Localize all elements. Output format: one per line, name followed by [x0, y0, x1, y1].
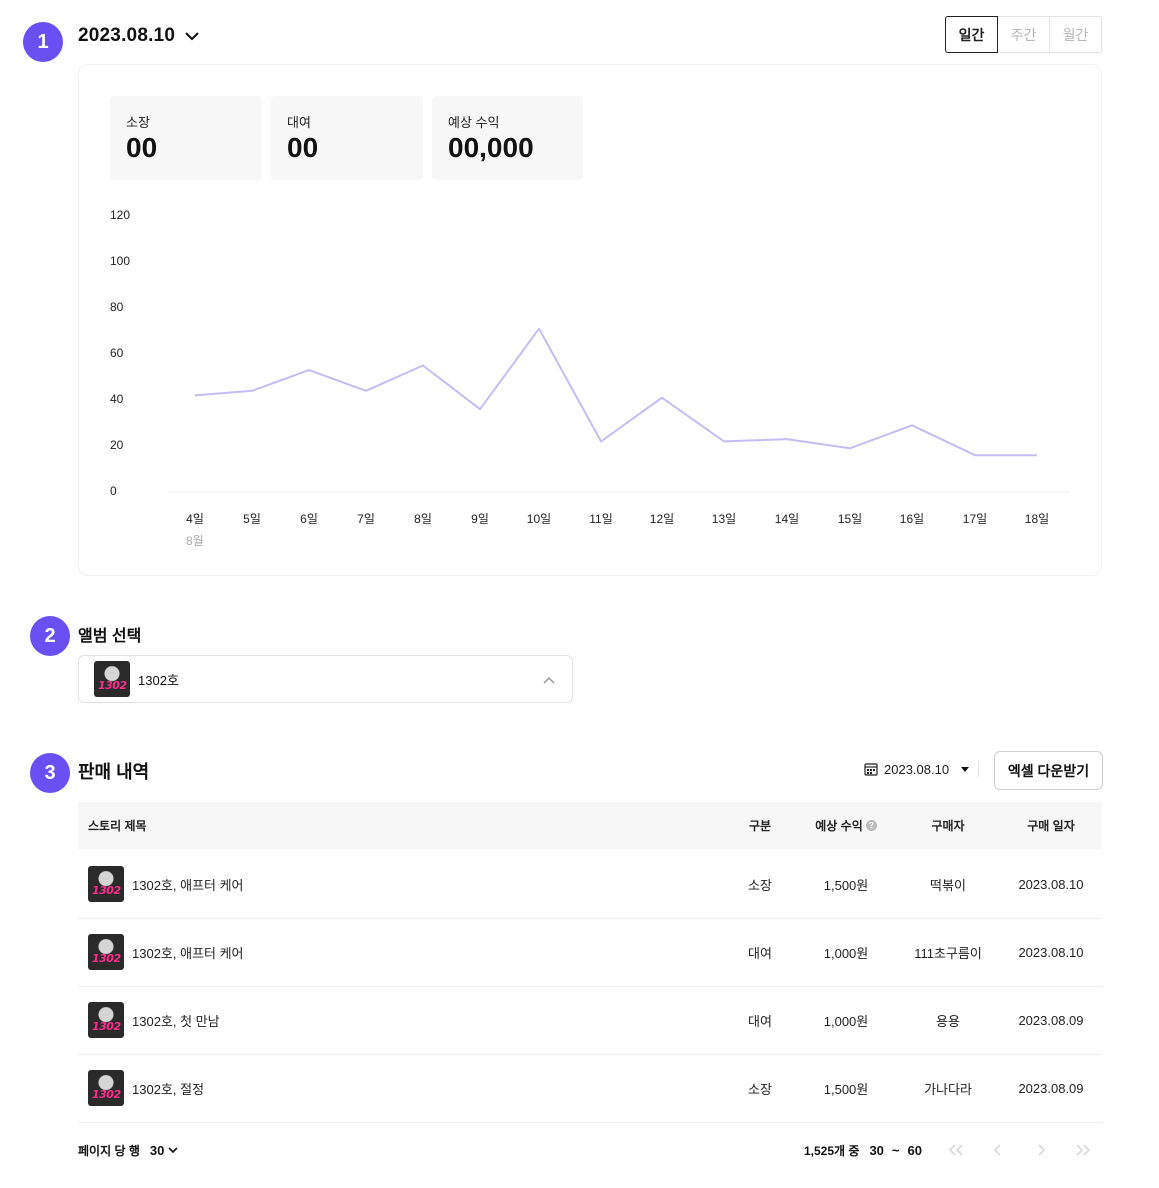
next-page-icon[interactable]	[1029, 1140, 1053, 1160]
story-thumbnail	[88, 1002, 124, 1038]
row-buyer: 111초구름이	[914, 945, 982, 961]
x-tick-label: 9일	[471, 512, 489, 526]
x-tick-label: 10일	[526, 512, 552, 526]
sales-section-title: 판매 내역	[78, 762, 150, 782]
col-revenue-label: 예상 수익	[815, 819, 863, 833]
story-thumbnail	[88, 866, 124, 902]
range-separator: ~	[891, 1142, 900, 1158]
x-tick-label: 6일	[300, 512, 318, 526]
row-buyer: 용용	[936, 1013, 960, 1029]
row-story-title: 1302호, 애프터 케어	[132, 877, 244, 893]
x-tick-label: 8일	[414, 512, 432, 526]
filter-divider	[978, 761, 979, 777]
row-buyer: 떡볶이	[930, 877, 966, 893]
row-story: 1302호, 애프터 케어	[88, 850, 244, 918]
sales-date-filter[interactable]: 2023.08.10	[864, 758, 971, 780]
row-buyer: 가나다라	[924, 1081, 972, 1097]
table-row[interactable]: 1302호, 애프터 케어 소장 1,500원 떡볶이 2023.08.10	[78, 850, 1102, 919]
x-tick-label: 11일	[589, 512, 613, 526]
x-tick-label: 14일	[774, 512, 800, 526]
first-page-icon[interactable]	[944, 1140, 968, 1160]
x-tick-label: 15일	[837, 512, 863, 526]
total-count: 1,525개 중	[804, 1143, 860, 1158]
prev-page-icon[interactable]	[986, 1140, 1010, 1160]
row-date: 2023.08.09	[1018, 1012, 1084, 1028]
row-type: 대여	[748, 945, 772, 961]
calendar-icon	[864, 763, 878, 776]
col-type: 구분	[748, 819, 772, 833]
sales-date-filter-value: 2023.08.10	[884, 761, 950, 777]
album-select[interactable]: 1302호	[78, 655, 573, 703]
x-tick-label: 4일	[186, 512, 204, 526]
page-range: 1,525개 중 30 ~ 60	[804, 1140, 922, 1160]
row-type: 소장	[748, 877, 772, 893]
row-date: 2023.08.10	[1018, 944, 1084, 960]
row-date: 2023.08.09	[1018, 1080, 1084, 1096]
table-row[interactable]: 1302호, 절정 소장 1,500원 가나다라 2023.08.09	[78, 1054, 1102, 1123]
caret-down-icon	[961, 767, 970, 772]
story-thumbnail	[88, 934, 124, 970]
x-tick-label: 5일	[243, 512, 261, 526]
last-page-icon[interactable]	[1071, 1140, 1095, 1160]
story-thumbnail	[88, 1070, 124, 1106]
sales-table-header: 스토리 제목 구분 예상 수익 ? 구매자 구매 일자	[78, 802, 1102, 849]
x-tick-label: 17일	[962, 512, 988, 526]
row-story-title: 1302호, 첫 만남	[132, 1013, 220, 1029]
range-start: 30	[869, 1142, 884, 1158]
row-story: 1302호, 애프터 케어	[88, 918, 244, 986]
excel-download-button[interactable]: 엑셀 다운받기	[994, 751, 1103, 790]
table-row[interactable]: 1302호, 애프터 케어 대여 1,000원 111초구름이 2023.08.…	[78, 918, 1102, 987]
row-revenue: 1,000원	[823, 1013, 869, 1029]
x-tick-label: 13일	[711, 512, 737, 526]
col-purchase-date: 구매 일자	[1027, 819, 1075, 833]
col-revenue: 예상 수익 ?	[806, 802, 886, 849]
row-revenue: 1,500원	[823, 877, 869, 893]
x-tick-label: 7일	[357, 512, 375, 526]
table-row[interactable]: 1302호, 첫 만남 대여 1,000원 용용 2023.08.09	[78, 986, 1102, 1055]
row-story: 1302호, 절정	[88, 1054, 204, 1122]
chevron-up-icon	[543, 676, 555, 684]
album-thumbnail	[94, 661, 130, 697]
rows-per-page[interactable]: 페이지 당 행 30	[78, 1140, 179, 1160]
col-buyer: 구매자	[931, 819, 965, 833]
row-type: 대여	[748, 1013, 772, 1029]
album-section-title: 앨범 선택	[78, 628, 142, 645]
x-tick-label: 12일	[649, 512, 675, 526]
row-story-title: 1302호, 절정	[132, 1081, 205, 1097]
chevron-down-icon	[168, 1147, 178, 1154]
series-line	[194, 327, 1037, 457]
x-tick-label: 18일	[1024, 512, 1050, 526]
period-daily-button[interactable]: 일간	[945, 16, 998, 53]
x-tick-label: 16일	[899, 512, 925, 526]
row-type: 소장	[748, 1081, 772, 1097]
row-revenue: 1,000원	[823, 945, 869, 961]
x-month-label: 8월	[186, 534, 204, 548]
step-badge-2: 2	[30, 616, 70, 656]
row-story: 1302호, 첫 만남	[88, 986, 220, 1054]
col-story-title: 스토리 제목	[88, 819, 147, 833]
album-select-value: 1302호	[138, 672, 179, 688]
rows-per-page-label: 페이지 당 행	[78, 1143, 140, 1158]
row-date: 2023.08.10	[1018, 876, 1084, 892]
help-icon[interactable]: ?	[865, 820, 877, 831]
rows-per-page-value: 30	[149, 1142, 165, 1158]
row-revenue: 1,500원	[823, 1081, 869, 1097]
range-end: 60	[907, 1142, 922, 1158]
row-story-title: 1302호, 애프터 케어	[132, 945, 244, 961]
step-badge-3: 3	[30, 753, 70, 793]
